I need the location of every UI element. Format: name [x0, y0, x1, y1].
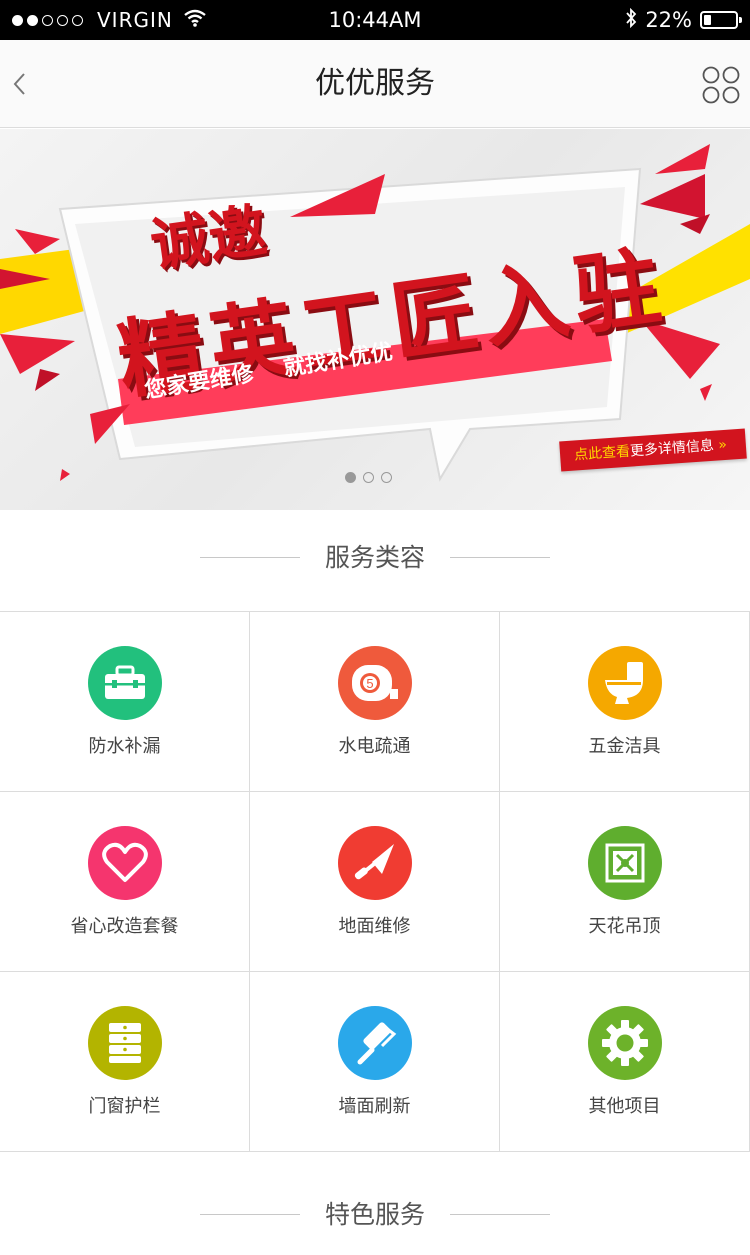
service-item-waterproof[interactable]: 防水补漏 — [0, 612, 250, 792]
toilet-icon — [588, 646, 662, 720]
trowel-icon — [338, 826, 412, 900]
double-chevron-right-icon: » — [717, 436, 728, 454]
banner-headline-small: 诚邀 — [146, 196, 271, 280]
services-grid: 防水补漏 5 水电疏通 五金洁具 省心改造套餐 地面维修 天花吊顶 门窗护栏 墙… — [0, 611, 750, 1153]
toolbox-icon — [88, 646, 162, 720]
service-label: 水电疏通 — [338, 736, 411, 757]
battery-percent: 22% — [645, 8, 692, 32]
service-label: 防水补漏 — [88, 736, 161, 757]
four-circles-grid-icon[interactable] — [702, 66, 740, 104]
paint-roller-icon — [338, 1006, 412, 1080]
service-label: 五金洁具 — [588, 736, 661, 757]
bluetooth-icon — [625, 7, 637, 33]
featured-section-heading: 特色服务 — [0, 1195, 750, 1235]
service-label: 门窗护栏 — [88, 1096, 161, 1117]
status-bar: VIRGIN 10:44AM 22% — [0, 0, 750, 40]
battery-area: 22% — [625, 0, 742, 40]
service-item-ceiling[interactable]: 天花吊顶 — [500, 792, 750, 972]
service-item-wall-repaint[interactable]: 墙面刷新 — [250, 972, 500, 1152]
service-label: 地面维修 — [338, 916, 411, 937]
services-heading-text: 服务类容 — [324, 543, 425, 572]
heart-icon — [88, 826, 162, 900]
promo-banner[interactable]: 诚邀 精英工匠入驻 您家要维修 就找补优优 点此查看更多详情信息 » — [0, 129, 750, 510]
pager-dot[interactable] — [363, 472, 374, 483]
service-label: 墙面刷新 — [338, 1096, 411, 1117]
carousel-pager[interactable] — [345, 472, 399, 483]
service-item-renovation-package[interactable]: 省心改造套餐 — [0, 792, 250, 972]
divider — [450, 557, 550, 558]
service-item-hardware-sanitary[interactable]: 五金洁具 — [500, 612, 750, 792]
services-section-heading: 服务类容 — [0, 538, 750, 578]
ceiling-tile-icon — [588, 826, 662, 900]
service-item-floor-repair[interactable]: 地面维修 — [250, 792, 500, 972]
featured-heading-text: 特色服务 — [324, 1200, 425, 1229]
divider — [450, 1214, 550, 1215]
service-item-plumbing-electric[interactable]: 5 水电疏通 — [250, 612, 500, 792]
banner-link-highlight: 点此查看 — [573, 443, 631, 464]
service-label: 天花吊顶 — [588, 916, 661, 937]
service-label: 省心改造套餐 — [70, 916, 179, 937]
gear-icon — [588, 1006, 662, 1080]
tape-measure-icon: 5 — [338, 646, 412, 720]
page-title: 优优服务 — [315, 66, 435, 101]
pager-dot[interactable] — [345, 472, 356, 483]
navigation-bar: 优优服务 — [0, 40, 750, 128]
banner-link-text: 更多详情信息 — [629, 437, 715, 460]
service-item-other[interactable]: 其他项目 — [500, 972, 750, 1152]
window-rail-icon — [88, 1006, 162, 1080]
service-label: 其他项目 — [588, 1096, 661, 1117]
service-item-door-window-rail[interactable]: 门窗护栏 — [0, 972, 250, 1152]
pager-dot[interactable] — [381, 472, 392, 483]
battery-icon — [700, 11, 742, 29]
svg-text:5: 5 — [366, 676, 373, 691]
